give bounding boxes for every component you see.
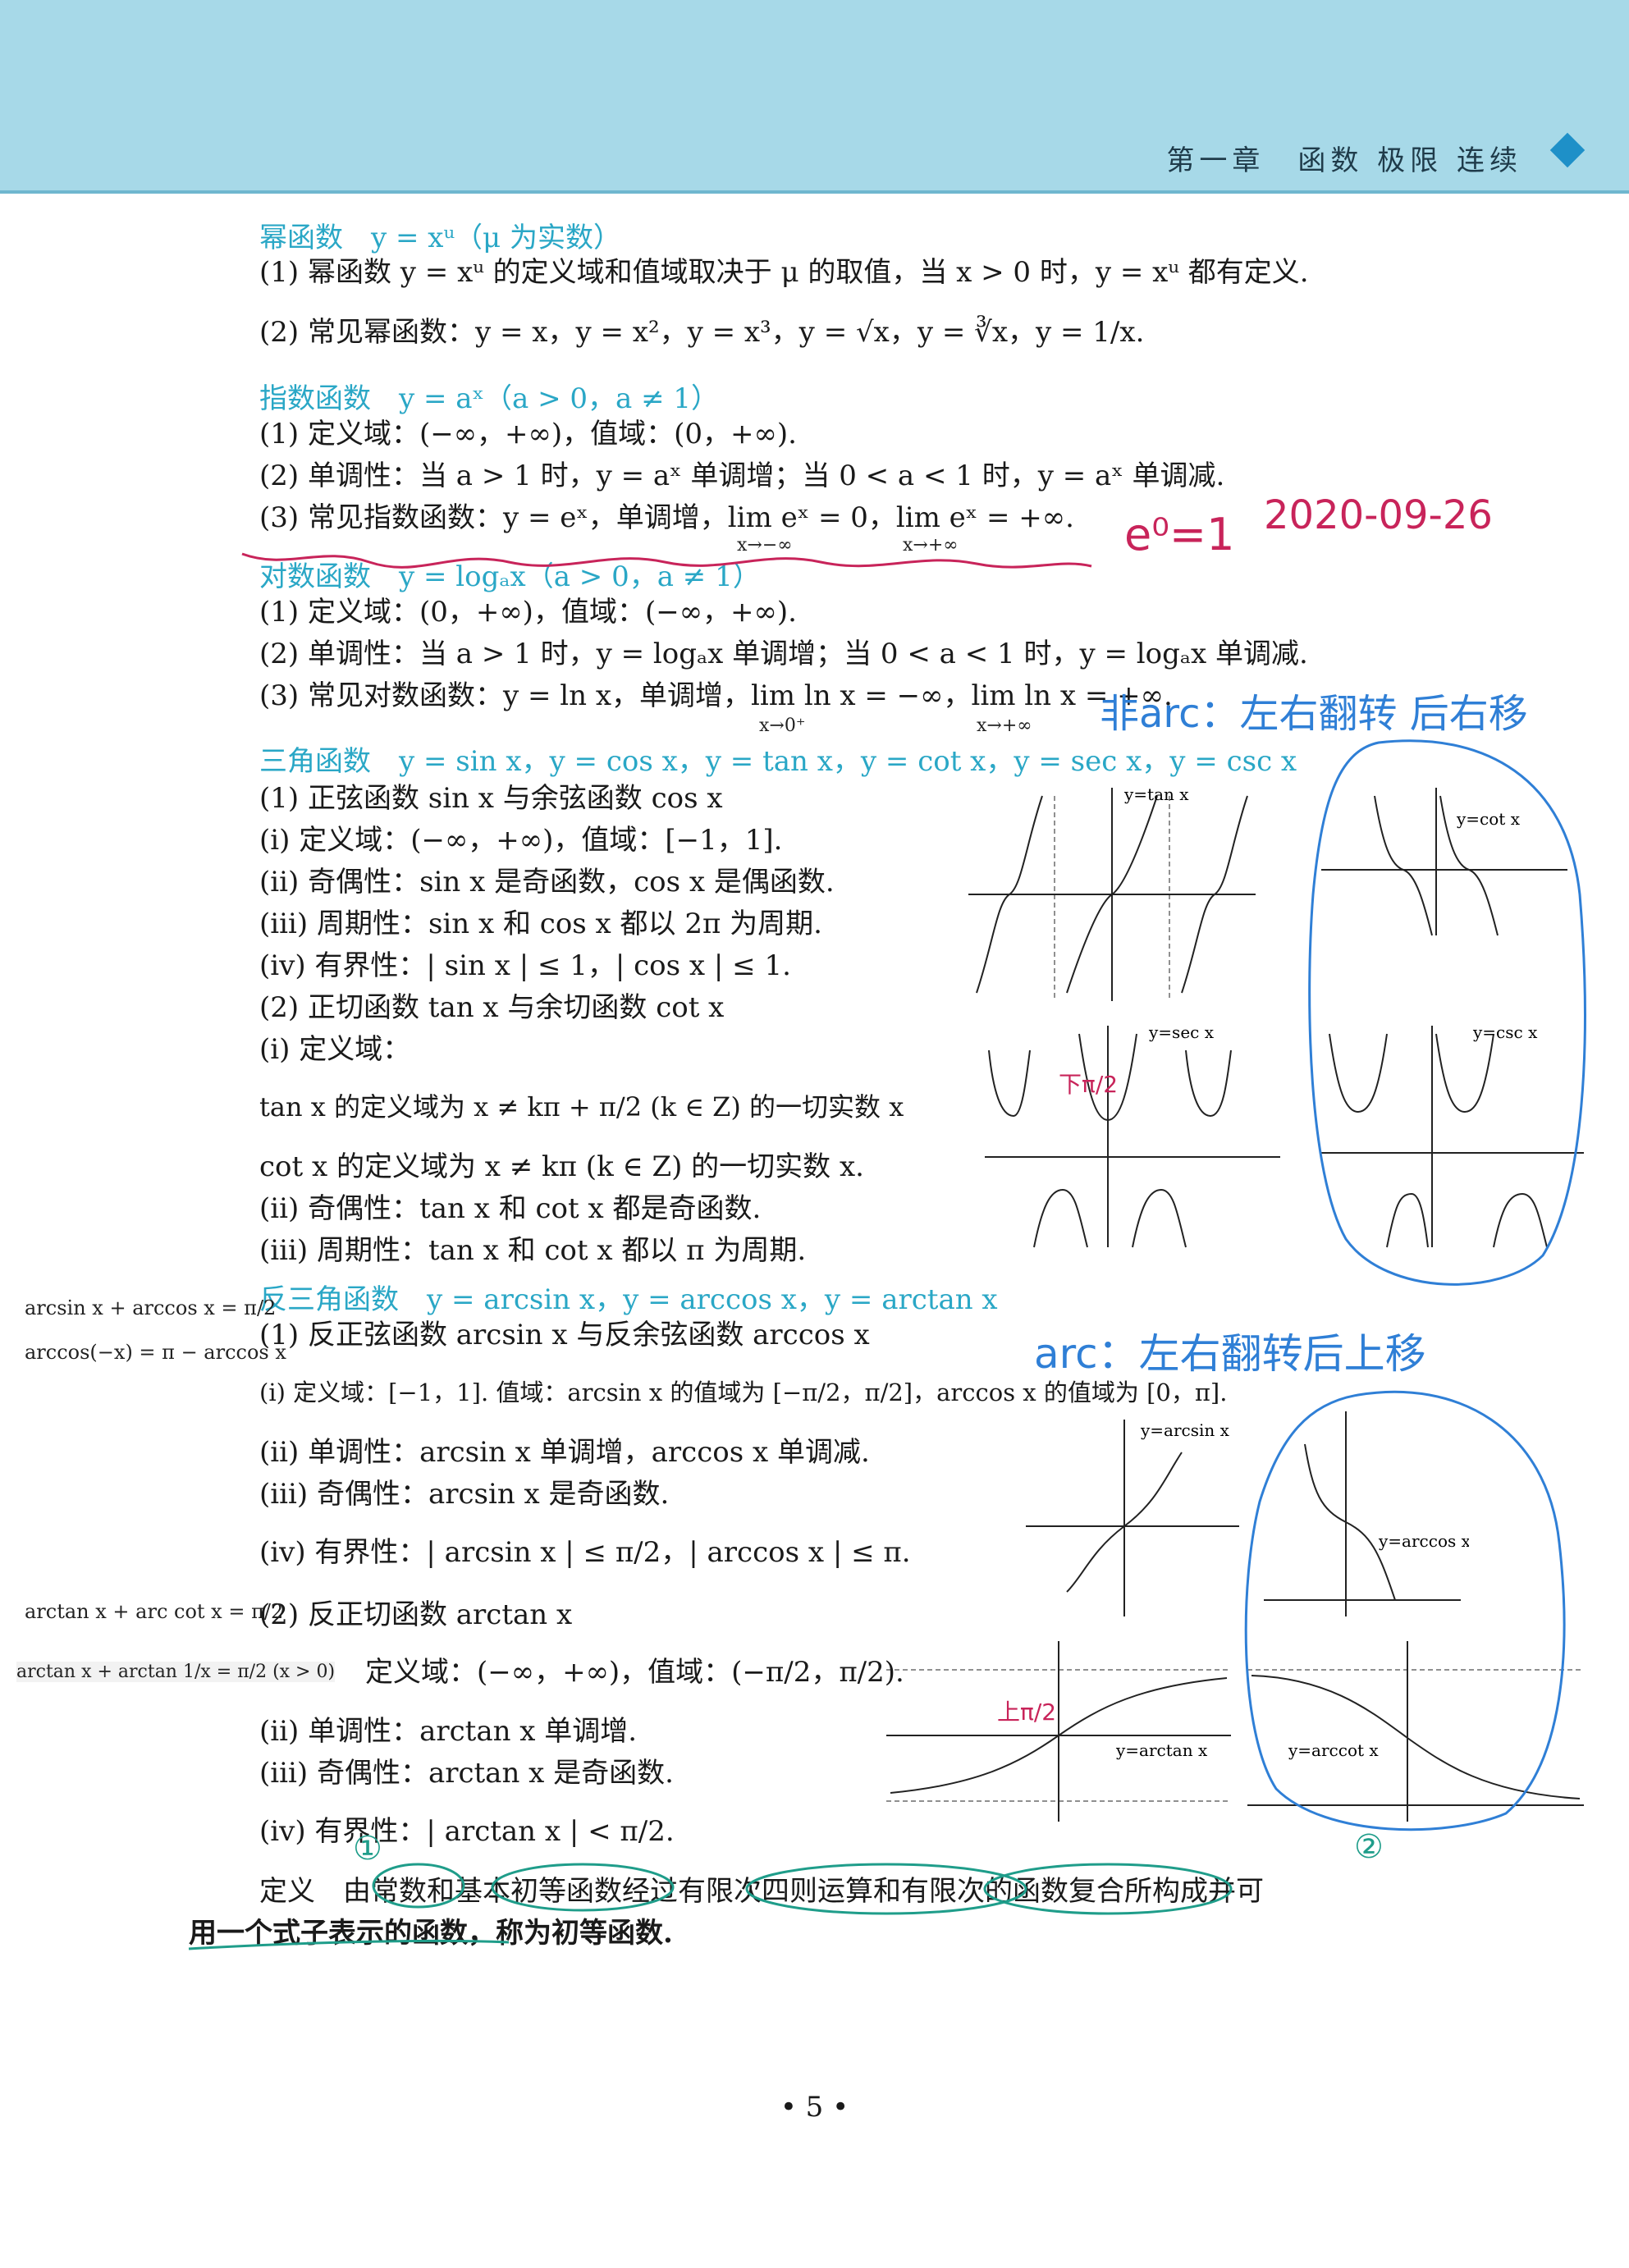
section-exponential: 指数函数 y = aˣ（a > 0，a ≠ 1） (259, 382, 720, 415)
text-line: (ⅲ) 奇偶性：arcsin x 是奇函数. (259, 1478, 670, 1511)
side-note: arctan x + arctan 1/x = π/2 (x > 0) (16, 1662, 336, 1682)
text-line: (3) 常见指数函数：y = eˣ，单调增，lim eˣ = 0，lim eˣ … (259, 501, 1074, 534)
side-note: arcsin x + arccos x = π/2 (25, 1296, 277, 1319)
text-line: (ⅲ) 周期性：sin x 和 cos x 都以 2π 为周期. (259, 908, 822, 940)
diamond-icon (1549, 132, 1586, 168)
blue-circle-right (1308, 739, 1586, 1286)
text-line: cot x 的定义域为 x ≠ kπ (k ∈ Z) 的一切实数 x. (259, 1150, 864, 1183)
graph-sec: y=sec x (985, 1022, 1280, 1248)
text-line: (1) 反正弦函数 arcsin x 与反余弦函数 arccos x (259, 1319, 870, 1351)
blue-circle-lower (1244, 1390, 1566, 1831)
text-line: (1) 正弦函数 sin x 与余弦函数 cos x (259, 782, 723, 815)
handwritten-e0: e⁰=1 (1124, 509, 1235, 560)
text-line: (ⅱ) 单调性：arctan x 单调增. (259, 1715, 638, 1748)
page-header: 第一章 函数 极限 连续 (0, 0, 1629, 194)
handwritten-date: 2020-09-26 (1264, 492, 1493, 538)
graph-arctan: y=arctan x (886, 1641, 1231, 1822)
limit-sub: x→0⁺ (759, 716, 806, 736)
text-line: (ⅳ) 有界性：| arcsin x | ≤ π/2，| arccos x | … (259, 1536, 911, 1569)
text-line: (1) 定义域：(0，+∞)，值域：(−∞，+∞). (259, 596, 797, 629)
text-line: (2) 单调性：当 a > 1 时，y = aˣ 单调增；当 0 < a < 1… (259, 460, 1225, 492)
graph-label-arctan: y=arctan x (1115, 1740, 1208, 1760)
text-line: (ⅱ) 奇偶性：tan x 和 cot x 都是奇函数. (259, 1192, 762, 1225)
text-line: (2) 常见幂函数：y = x，y = x²，y = x³，y = √x，y =… (259, 316, 1145, 349)
graph-arcsin: y=arcsin x (1026, 1420, 1239, 1616)
text-line: (ⅰ) 定义域：(−∞，+∞)，值域：[−1，1]. (259, 824, 783, 857)
text-line: (2) 反正切函数 arctan x (259, 1598, 573, 1631)
text-line: (ⅱ) 单调性：arcsin x 单调增，arccos x 单调减. (259, 1436, 870, 1469)
text-line: (ⅱ) 奇偶性：sin x 是奇函数，cos x 是偶函数. (259, 866, 835, 899)
text-line: (2) 单调性：当 a > 1 时，y = logₐx 单调增；当 0 < a … (259, 638, 1308, 670)
text-line: (ⅲ) 周期性：tan x 和 cot x 都以 π 为周期. (259, 1234, 807, 1267)
text-line: (1) 幂函数 y = xᵘ 的定义域和值域取决于 μ 的取值，当 x > 0 … (259, 256, 1309, 289)
text-line: (ⅰ) 定义域： (259, 1033, 411, 1066)
section-power: 幂函数 y = xᵘ（μ 为实数） (259, 222, 621, 254)
graph-label-tan: y=tan x (1123, 784, 1189, 804)
page-number: • 5 • (780, 2091, 849, 2124)
handwritten-lower: 下π/2 (1059, 1071, 1119, 1098)
graph-tan: y=tan x (968, 784, 1256, 1001)
text-line: 定义域：(−∞，+∞)，值域：(−π/2，π/2). (365, 1656, 904, 1689)
side-note: arccos(−x) = π − arccos x (25, 1341, 286, 1364)
text-line: (ⅲ) 奇偶性：arctan x 是奇函数. (259, 1757, 674, 1790)
green-markup (188, 1863, 1233, 1950)
handwritten-up: 上π/2 (997, 1699, 1057, 1726)
graph-label-arcsin: y=arcsin x (1140, 1420, 1230, 1440)
text-line: (ⅰ) 定义域：[−1，1]. 值域：arcsin x 的值域为 [−π/2，π… (259, 1379, 1228, 1406)
text-line: (ⅳ) 有界性：| sin x | ≤ 1，| cos x | ≤ 1. (259, 949, 791, 982)
section-trig: 三角函数 y = sin x，y = cos x，y = tan x，y = c… (259, 745, 1297, 778)
chapter-title: 第一章 函数 极限 连续 (1166, 144, 1522, 177)
text-line: (ⅳ) 有界性：| arctan x | < π/2. (259, 1815, 675, 1848)
text-line: (1) 定义域：(−∞，+∞)，值域：(0，+∞). (259, 418, 797, 450)
section-inverse-trig: 反三角函数 y = arcsin x，y = arccos x，y = arct… (259, 1283, 998, 1316)
text-line: tan x 的定义域为 x ≠ kπ + π/2 (k ∈ Z) 的一切实数 x (259, 1091, 904, 1123)
limit-sub: x→+∞ (977, 716, 1032, 736)
handwritten-arc: arc：左右翻转后上移 (1034, 1330, 1426, 1378)
text-line: (3) 常见对数函数：y = ln x，单调增，lim ln x = −∞，li… (259, 679, 1173, 712)
text-line: (2) 正切函数 tan x 与余切函数 cot x (259, 991, 725, 1024)
side-note: arctan x + arc cot x = π/2 (25, 1600, 284, 1623)
graph-label-sec: y=sec x (1148, 1022, 1215, 1042)
red-wavy-underline (241, 552, 1092, 569)
